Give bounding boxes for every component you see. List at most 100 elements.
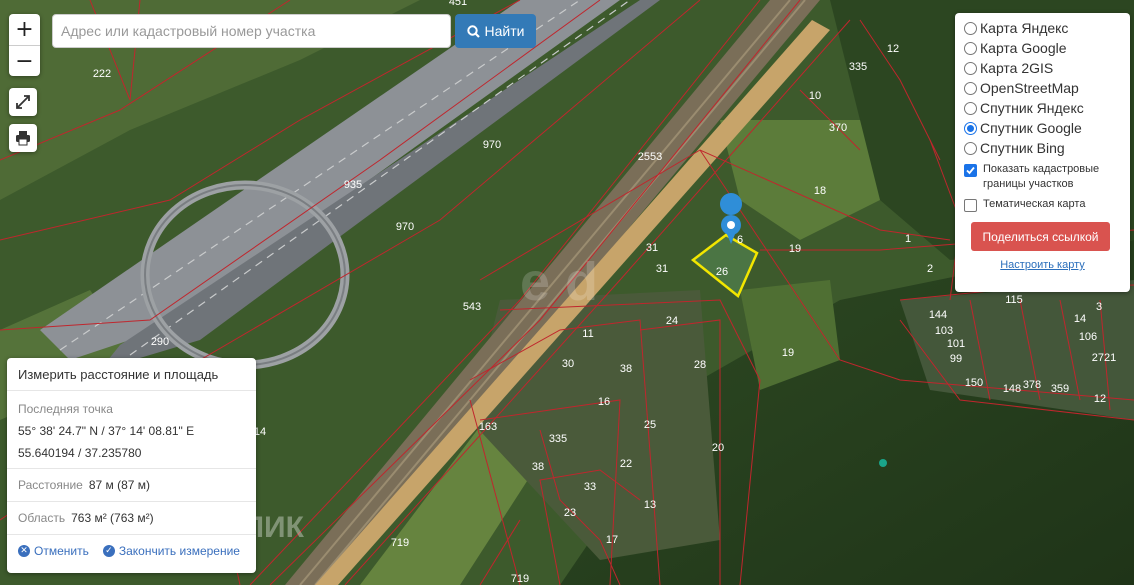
- fullscreen-button[interactable]: [9, 88, 37, 116]
- parcel-number-label: 22: [620, 458, 632, 470]
- zoom-in-button[interactable]: +: [9, 14, 40, 45]
- last-point-label: Последняя точка: [18, 402, 113, 416]
- parcel-number-label: 719: [511, 573, 529, 585]
- print-button[interactable]: [9, 124, 37, 152]
- settings-link[interactable]: Настроить карту: [964, 259, 1121, 271]
- area-value: 763 м² (763 м²): [71, 511, 154, 525]
- printer-icon: [16, 131, 30, 146]
- parcel-number-label: 6: [737, 234, 743, 246]
- parcel-number-label: 1: [905, 233, 911, 245]
- parcel-number-label: 25: [644, 419, 656, 431]
- cancel-icon: ✕: [18, 545, 30, 557]
- measure-panel: Измерить расстояние и площадь Последняя …: [7, 358, 256, 573]
- parcel-number-label: 378: [1023, 379, 1041, 391]
- parcel-number-label: 222: [93, 68, 111, 80]
- parcel-number-label: 24: [666, 315, 678, 327]
- parcel-number-label: 99: [950, 353, 962, 365]
- measure-title: Измерить расстояние и площадь: [7, 358, 256, 391]
- parcel-number-label: 13: [644, 499, 656, 511]
- parcel-number-label: 970: [396, 221, 414, 233]
- check-icon: ✓: [102, 545, 115, 557]
- zoom-control: + −: [9, 14, 40, 76]
- parcel-number-label: 144: [929, 309, 947, 321]
- parcel-number-label: 38: [532, 461, 544, 473]
- search-input[interactable]: [52, 14, 451, 48]
- layer-option-label: OpenStreetMap: [980, 80, 1079, 96]
- parcel-number-label: 543: [463, 301, 481, 313]
- share-link-button[interactable]: Поделиться ссылкой: [971, 222, 1110, 251]
- parcel-number-label: 2721: [1092, 352, 1116, 364]
- layer-option-label: Спутник Яндекс: [980, 100, 1084, 116]
- radio-icon[interactable]: [964, 141, 977, 155]
- checkbox-unchecked-icon[interactable]: [964, 199, 977, 212]
- parcel-number-label: 2: [927, 263, 933, 275]
- parcel-number-label: 14: [1074, 313, 1086, 325]
- parcel-number-label: 335: [849, 61, 867, 73]
- parcel-number-label: 106: [1079, 331, 1097, 343]
- layer-option-label: Спутник Bing: [980, 140, 1065, 156]
- parcel-number-label: 18: [814, 185, 826, 197]
- area-label: Область: [18, 511, 66, 525]
- search-button-label: Найти: [484, 23, 525, 39]
- parcel-number-label: 163: [479, 421, 497, 433]
- svg-text:e d: e d: [520, 252, 598, 312]
- parcel-number-label: 38: [620, 363, 632, 375]
- layer-option[interactable]: Спутник Google: [964, 118, 1121, 138]
- parcel-number-label: 30: [562, 358, 574, 370]
- parcel-number-label: 359: [1051, 383, 1069, 395]
- finish-measure-button[interactable]: ✓ Закончить измерение: [102, 544, 240, 558]
- parcel-number-label: 3: [1096, 301, 1102, 313]
- parcel-number-label: 935: [344, 179, 362, 191]
- parcel-number-label: 26: [716, 266, 728, 278]
- layer-option-label: Карта 2GIS: [980, 60, 1054, 76]
- radio-icon[interactable]: [964, 101, 977, 115]
- parcel-number-label: 11: [582, 328, 593, 340]
- radio-icon[interactable]: [964, 81, 977, 95]
- search-button[interactable]: Найти: [455, 14, 536, 48]
- search-icon: [466, 24, 480, 38]
- parcel-number-label: 335: [549, 433, 567, 445]
- parcel-number-label: 148: [1003, 383, 1021, 395]
- parcel-number-label: 20: [712, 442, 724, 454]
- show-cadastral-toggle[interactable]: Показать кадастровые границы участков: [964, 162, 1121, 192]
- distance-label: Расстояние: [18, 478, 83, 492]
- zoom-out-button[interactable]: −: [9, 45, 40, 76]
- layer-option[interactable]: Спутник Bing: [964, 138, 1121, 158]
- layer-option[interactable]: Карта 2GIS: [964, 58, 1121, 78]
- parcel-number-label: 103: [935, 325, 953, 337]
- expand-icon: [16, 95, 30, 109]
- layer-option[interactable]: Карта Google: [964, 38, 1121, 58]
- parcel-number-label: 33: [584, 481, 596, 493]
- distance-value: 87 м (87 м): [88, 478, 151, 492]
- radio-selected-icon[interactable]: [964, 121, 977, 135]
- parcel-number-label: 28: [694, 359, 706, 371]
- layers-panel: Карта Яндекс Карта Google Карта 2GIS OpenSt…: [955, 13, 1130, 292]
- parcel-number-label: 19: [782, 347, 794, 359]
- layer-option[interactable]: OpenStreetMap: [964, 78, 1121, 98]
- parcel-number-label: 10: [809, 90, 821, 102]
- cancel-label: Отменить: [34, 544, 89, 558]
- parcel-number-label: 719: [391, 537, 409, 549]
- coords-decimal: 55.640194 / 37.235780: [18, 446, 142, 460]
- coords-dms: 55° 38' 24.7" N / 37° 14' 08.81" E: [18, 424, 195, 438]
- parcel-number-label: 12: [887, 43, 899, 55]
- cancel-measure-button[interactable]: ✕ Отменить: [18, 544, 89, 558]
- layer-option-label: Спутник Google: [980, 120, 1082, 136]
- parcel-number-label: 31: [656, 263, 668, 275]
- parcel-number-label: 16: [598, 396, 610, 408]
- thematic-map-toggle[interactable]: Тематическая карта: [964, 197, 1121, 212]
- radio-icon[interactable]: [964, 21, 977, 35]
- parcel-number-label: 2553: [638, 151, 662, 163]
- thematic-map-label: Тематическая карта: [983, 198, 1086, 210]
- checkbox-checked-icon[interactable]: [964, 164, 977, 177]
- layer-option-label: Карта Яндекс: [980, 20, 1069, 36]
- parcel-number-label: 101: [947, 338, 965, 350]
- parcel-number-label: 970: [483, 139, 501, 151]
- layer-option[interactable]: Карта Яндекс: [964, 18, 1121, 38]
- parcel-number-label: 12: [1094, 393, 1106, 405]
- layer-option[interactable]: Спутник Яндекс: [964, 98, 1121, 118]
- parcel-number-label: 31: [646, 242, 658, 254]
- parcel-number-label: 17: [606, 534, 618, 546]
- radio-icon[interactable]: [964, 41, 977, 55]
- radio-icon[interactable]: [964, 61, 977, 75]
